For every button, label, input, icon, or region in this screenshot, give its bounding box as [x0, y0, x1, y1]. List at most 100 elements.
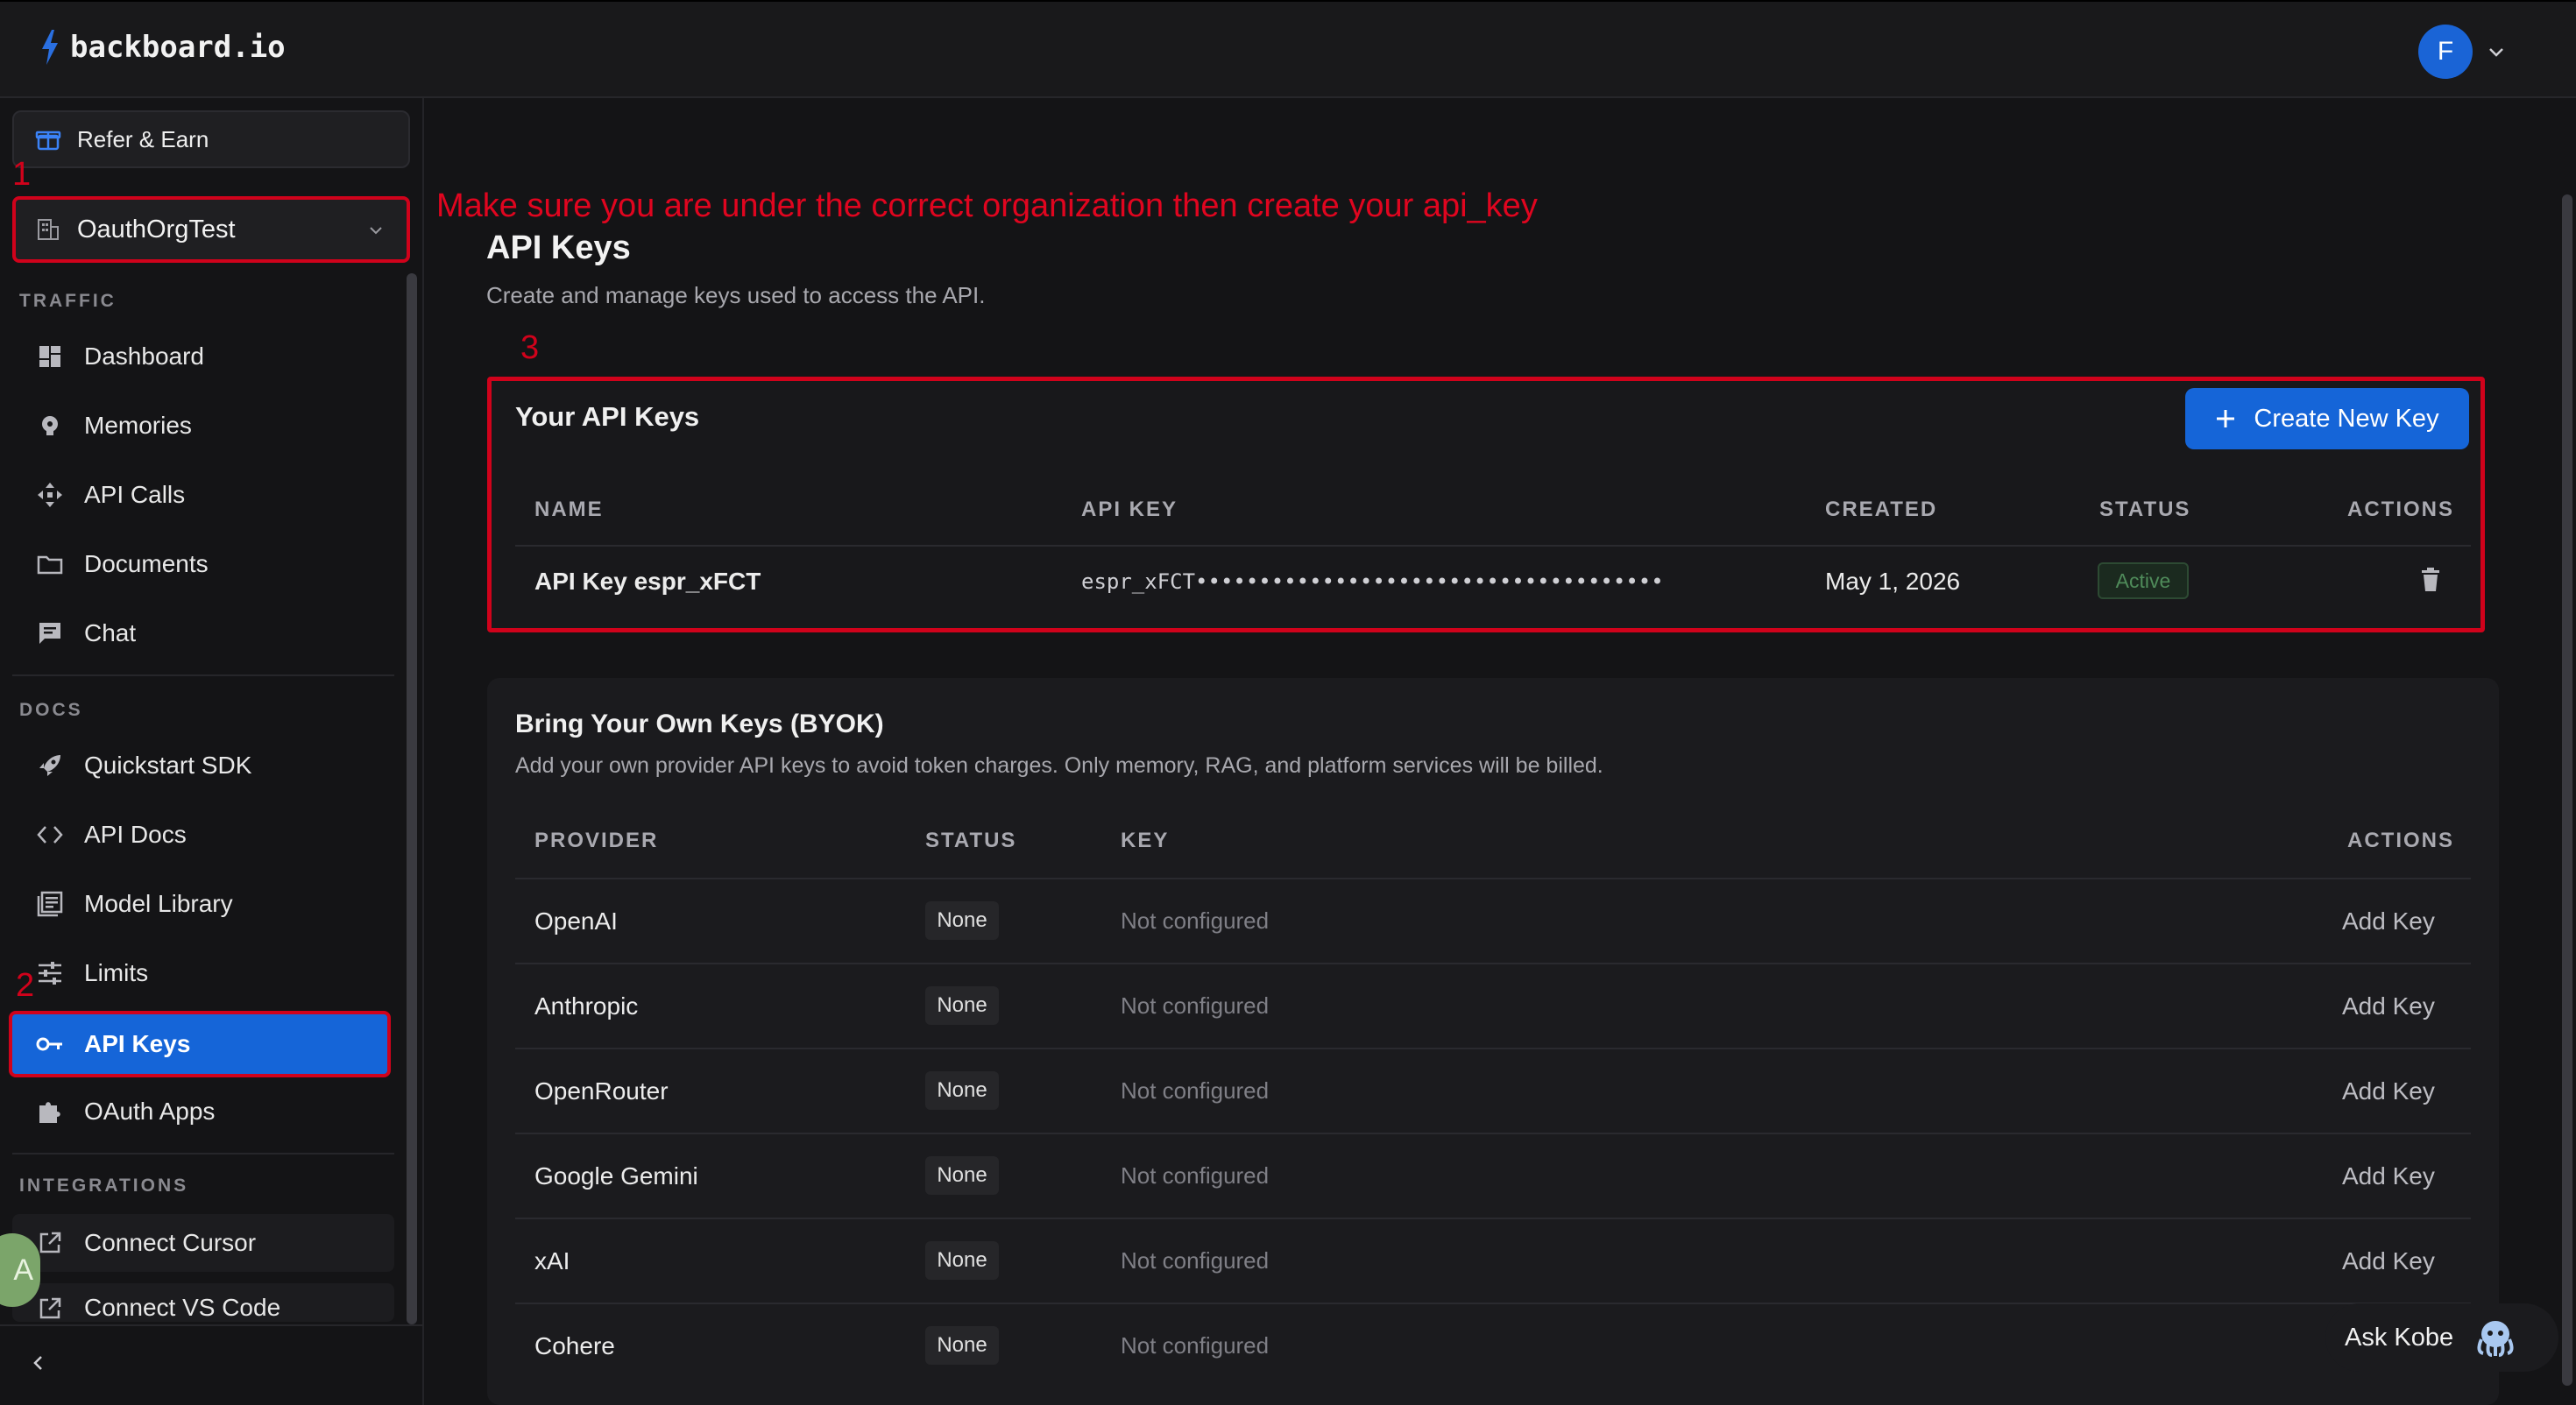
- organization-name: OauthOrgTest: [77, 215, 236, 244]
- table-divider: [515, 878, 2471, 879]
- support-avatar[interactable]: A: [0, 1233, 40, 1307]
- sidebar-item-connect-vscode[interactable]: Connect VS Code: [12, 1283, 394, 1322]
- octopus-icon: [2477, 1321, 2514, 1357]
- status-badge: None: [925, 986, 999, 1025]
- create-new-key-button[interactable]: Create New Key: [2185, 388, 2469, 449]
- external-link-icon: [35, 1294, 65, 1322]
- provider-key: Not configured: [1121, 1247, 1270, 1274]
- table-divider: [515, 545, 2471, 547]
- sidebar-item-documents[interactable]: Documents: [12, 535, 394, 593]
- create-new-key-label: Create New Key: [2254, 404, 2439, 433]
- status-badge: None: [925, 1326, 999, 1365]
- sidebar-item-label: Memories: [84, 412, 192, 439]
- brain-icon: [35, 411, 65, 441]
- chevron-down-icon[interactable]: [2485, 40, 2508, 63]
- add-key-button[interactable]: Add Key: [2342, 1247, 2435, 1275]
- refer-earn-button[interactable]: Refer & Earn: [12, 110, 410, 168]
- trash-icon[interactable]: [2420, 568, 2441, 592]
- logo[interactable]: backboard.io: [40, 30, 286, 65]
- provider-key: Not configured: [1121, 1332, 1270, 1359]
- add-key-button[interactable]: Add Key: [2342, 1162, 2435, 1190]
- byok-card-subtitle: Add your own provider API keys to avoid …: [515, 753, 1603, 778]
- top-bar: backboard.io F: [0, 0, 2576, 98]
- status-badge: Active: [2098, 562, 2189, 599]
- main-scrollbar[interactable]: [2562, 194, 2572, 1386]
- bolt-icon: [42, 30, 58, 65]
- provider-name: OpenRouter: [534, 1077, 669, 1105]
- section-label-traffic: TRAFFIC: [19, 291, 117, 311]
- column-header-key: KEY: [1121, 829, 1170, 852]
- status-badge: None: [925, 901, 999, 940]
- annotation-marker-2: 2: [16, 967, 35, 1004]
- key-icon: [35, 1029, 65, 1059]
- column-header-actions: ACTIONS: [2347, 829, 2454, 852]
- api-key-created: May 1, 2026: [1825, 568, 1961, 595]
- sidebar-item-label: Documents: [84, 550, 209, 577]
- provider-name: Cohere: [534, 1332, 615, 1359]
- sidebar-item-dashboard[interactable]: Dashboard: [12, 328, 394, 385]
- code-icon: [35, 820, 65, 850]
- rocket-icon: [35, 751, 65, 780]
- column-header-api-key: API KEY: [1081, 498, 1178, 521]
- ask-kobe-button[interactable]: Ask Kobe: [2325, 1303, 2558, 1372]
- status-badge: None: [925, 1071, 999, 1110]
- folder-icon: [35, 549, 65, 579]
- sidebar-item-limits[interactable]: Limits: [12, 944, 394, 1002]
- api-key-masked[interactable]: espr_xFCT•••••••••••••••••••••••••••••••…: [1081, 569, 1664, 594]
- sidebar-scrollbar[interactable]: [407, 273, 417, 1324]
- chat-icon: [35, 618, 65, 648]
- sidebar-item-model-library[interactable]: Model Library: [12, 875, 394, 933]
- dashboard-icon: [35, 342, 65, 371]
- annotation-instruction: Make sure you are under the correct orga…: [436, 187, 1538, 224]
- sidebar-divider: [0, 1324, 422, 1326]
- puzzle-icon: [35, 1097, 65, 1126]
- chevron-down-icon: [370, 227, 382, 235]
- arrows-move-icon: [35, 480, 65, 510]
- provider-key: Not configured: [1121, 1077, 1270, 1104]
- byok-card: [487, 678, 2499, 1405]
- sidebar-item-api-docs[interactable]: API Docs: [12, 806, 394, 864]
- sidebar-item-api-calls[interactable]: API Calls: [12, 466, 394, 524]
- sidebar-item-label: OAuth Apps: [84, 1098, 216, 1125]
- table-divider: [515, 1218, 2471, 1219]
- add-key-button[interactable]: Add Key: [2342, 1077, 2435, 1105]
- gift-icon: [35, 131, 61, 151]
- organization-select[interactable]: OauthOrgTest: [12, 196, 410, 263]
- sidebar-item-label: Dashboard: [84, 342, 204, 370]
- sidebar-item-label: API Keys: [84, 1030, 191, 1057]
- sidebar-item-api-keys[interactable]: API Keys: [9, 1011, 391, 1077]
- library-icon: [35, 889, 65, 919]
- annotation-marker-3: 3: [520, 329, 540, 366]
- sidebar-item-label: API Docs: [84, 821, 187, 848]
- status-badge: None: [925, 1156, 999, 1195]
- column-header-name: NAME: [534, 498, 604, 521]
- status-badge: None: [925, 1241, 999, 1280]
- annotation-marker-1: 1: [12, 156, 32, 193]
- byok-card-title: Bring Your Own Keys (BYOK): [515, 710, 884, 738]
- sidebar-item-chat[interactable]: Chat: [12, 604, 394, 662]
- add-key-button[interactable]: Add Key: [2342, 992, 2435, 1020]
- api-key-name: API Key espr_xFCT: [534, 568, 761, 595]
- sidebar-item-connect-cursor[interactable]: Connect Cursor: [12, 1214, 394, 1272]
- chevron-left-icon[interactable]: [28, 1352, 49, 1373]
- column-header-provider: PROVIDER: [534, 829, 659, 852]
- column-header-actions: ACTIONS: [2347, 498, 2454, 521]
- sidebar-item-label: Limits: [84, 959, 149, 986]
- sidebar-divider: [12, 674, 394, 676]
- sidebar-item-quickstart-sdk[interactable]: Quickstart SDK: [12, 737, 394, 794]
- sidebar-item-oauth-apps[interactable]: OAuth Apps: [12, 1083, 394, 1140]
- refer-earn-label: Refer & Earn: [77, 125, 209, 152]
- provider-name: OpenAI: [534, 907, 618, 935]
- user-avatar[interactable]: F: [2418, 25, 2473, 79]
- sidebar-item-label: Model Library: [84, 890, 233, 917]
- ask-kobe-label: Ask Kobe: [2345, 1323, 2454, 1352]
- sidebar-item-label: Connect VS Code: [84, 1294, 281, 1321]
- provider-name: Google Gemini: [534, 1162, 698, 1190]
- api-keys-card-title: Your API Keys: [515, 401, 700, 432]
- page-subtitle: Create and manage keys used to access th…: [486, 282, 986, 308]
- sidebar-item-memories[interactable]: Memories: [12, 397, 394, 455]
- add-key-button[interactable]: Add Key: [2342, 907, 2435, 935]
- building-icon: [38, 219, 59, 240]
- sidebar-item-label: Connect Cursor: [84, 1229, 257, 1256]
- table-divider: [515, 1133, 2471, 1134]
